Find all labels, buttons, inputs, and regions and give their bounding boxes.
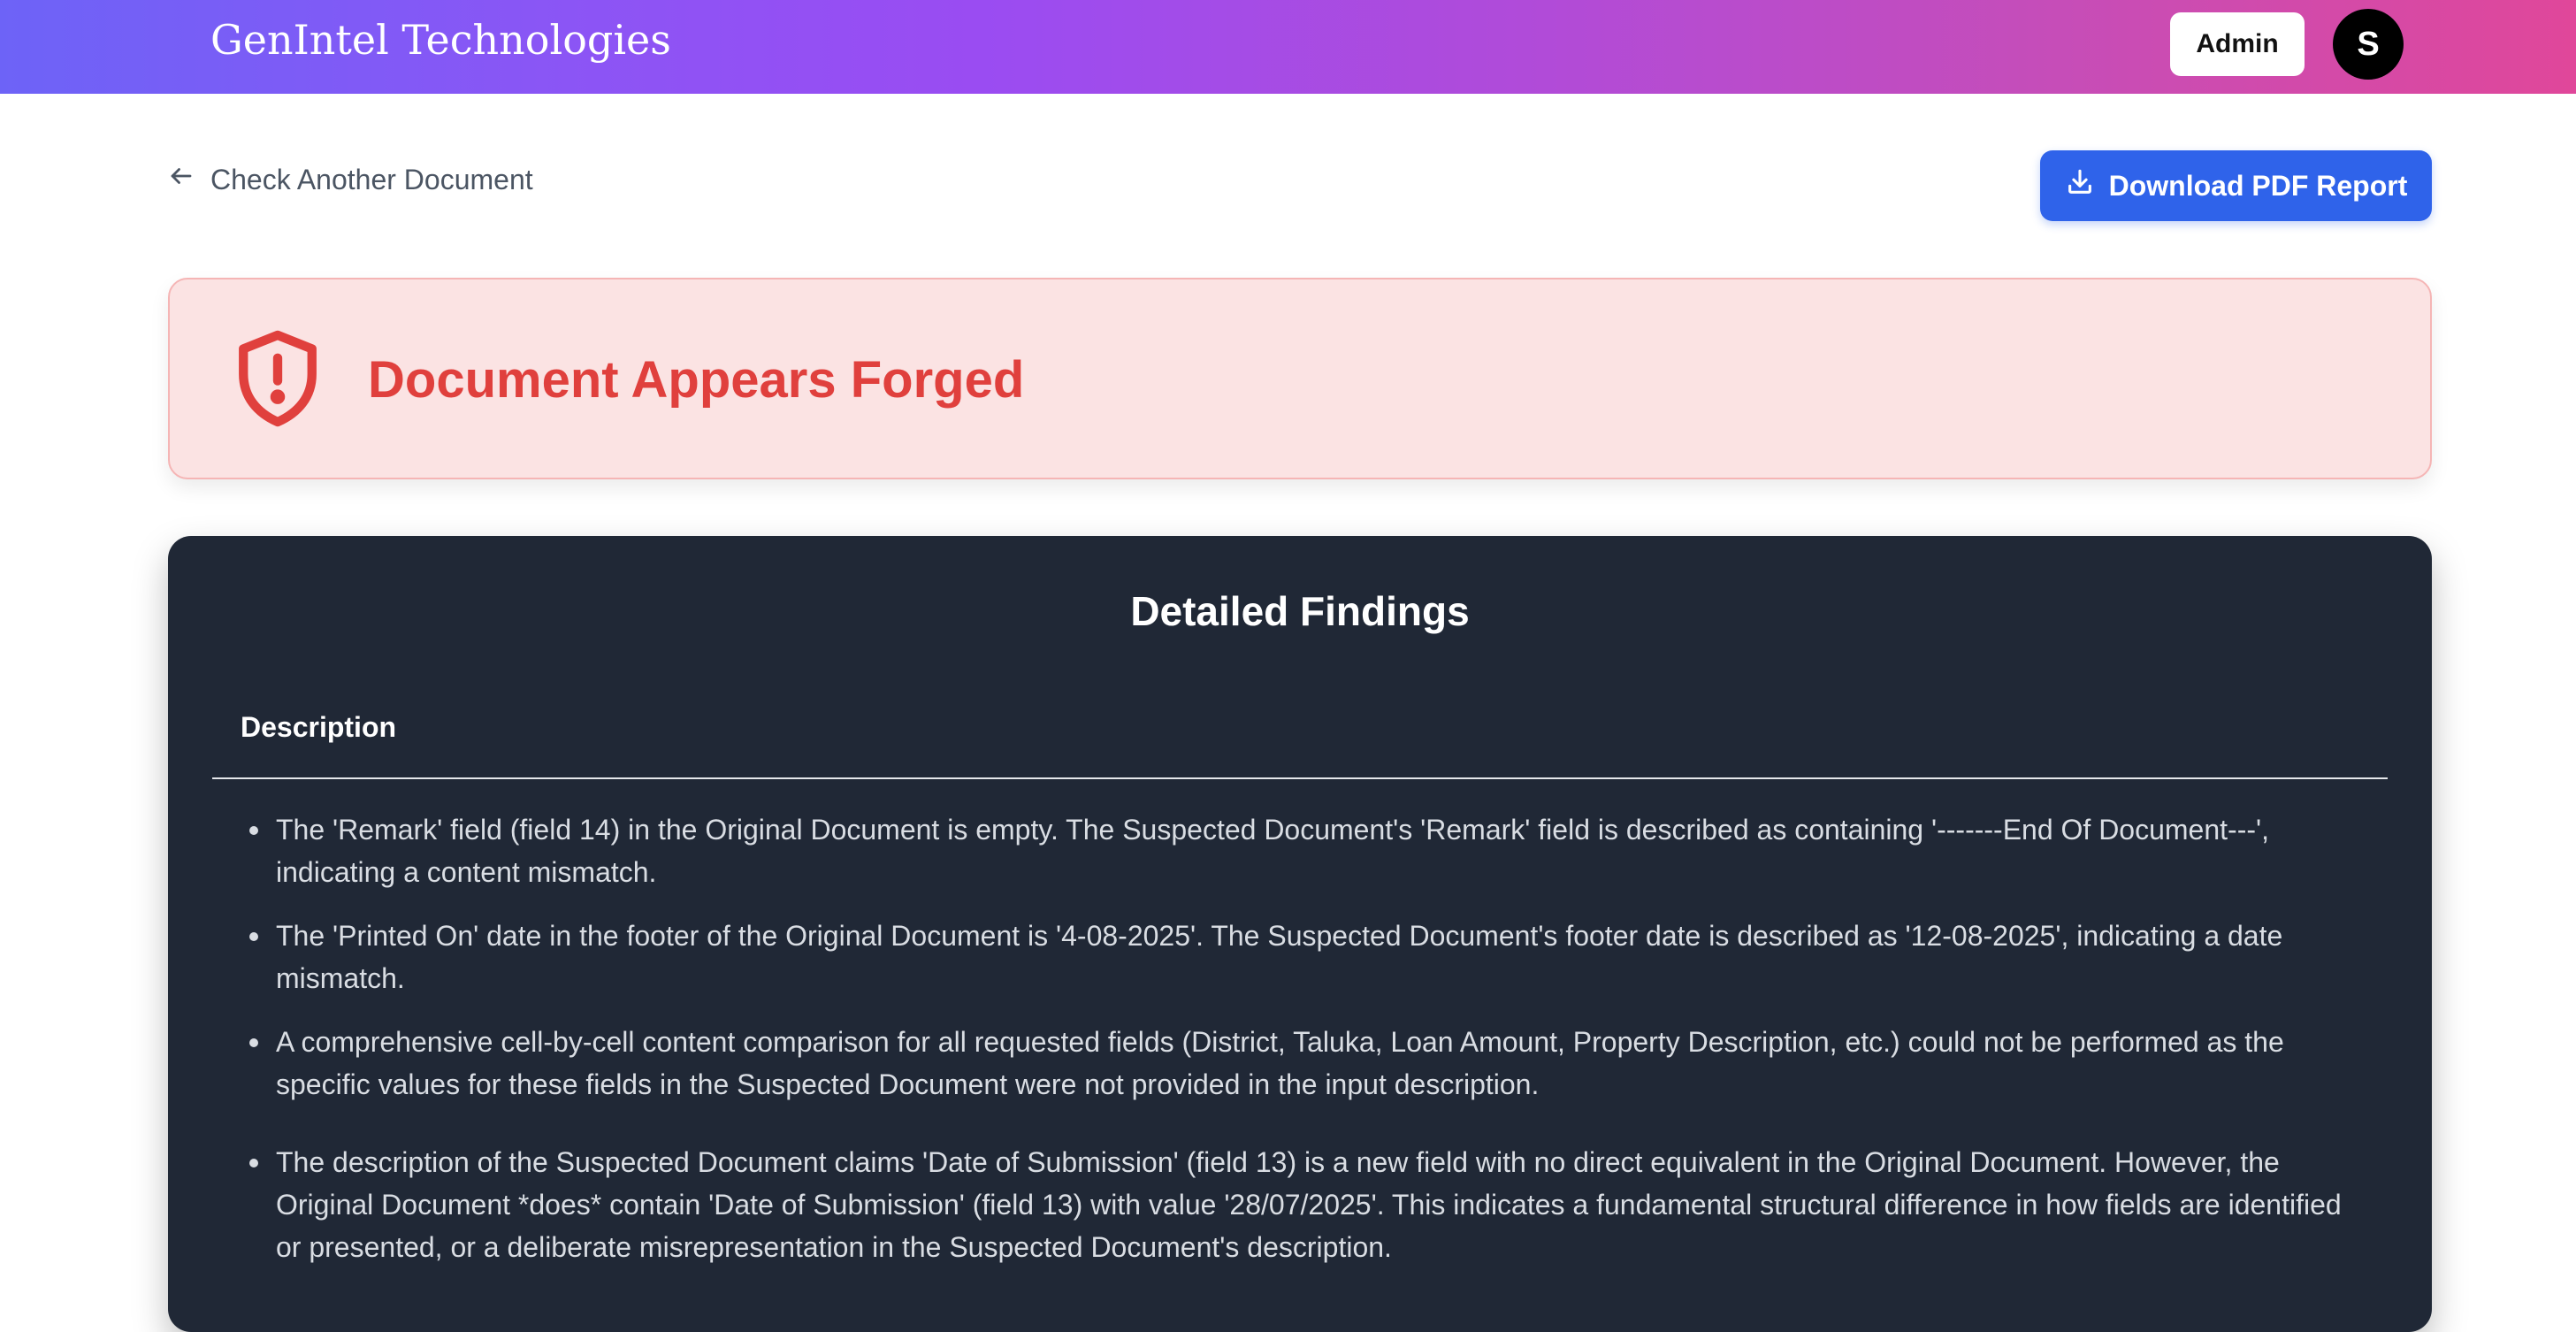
back-link-label: Check Another Document [210,163,533,195]
finding-item: The 'Remark' field (field 14) in the Ori… [168,808,2432,893]
finding-item: The description of the Suspected Documen… [168,1141,2432,1268]
alert-title: Document Appears Forged [368,351,1025,409]
download-pdf-report-button[interactable]: Download PDF Report [2040,150,2432,221]
divider [212,777,2388,779]
brand-name[interactable]: GenIntel Technologies [210,16,671,64]
arrow-left-icon [168,163,195,196]
findings-list: The 'Remark' field (field 14) in the Ori… [168,808,2432,1290]
shield-alert-icon [223,324,333,433]
user-avatar[interactable]: S [2333,9,2404,80]
admin-button[interactable]: Admin [2170,12,2305,76]
finding-item: A comprehensive cell-by-cell content com… [168,1021,2432,1106]
description-column-header: Description [241,711,397,743]
download-icon [2065,167,2095,204]
finding-item: The 'Printed On' date in the footer of t… [168,915,2432,999]
detailed-findings-card: Detailed Findings Description The 'Remar… [168,536,2432,1332]
top-navigation-bar: GenIntel Technologies Admin S [0,0,2576,94]
download-button-label: Download PDF Report [2108,169,2408,202]
check-another-document-link[interactable]: Check Another Document [168,163,533,196]
forgery-alert-banner: Document Appears Forged [168,278,2432,479]
findings-title: Detailed Findings [1130,588,1470,634]
